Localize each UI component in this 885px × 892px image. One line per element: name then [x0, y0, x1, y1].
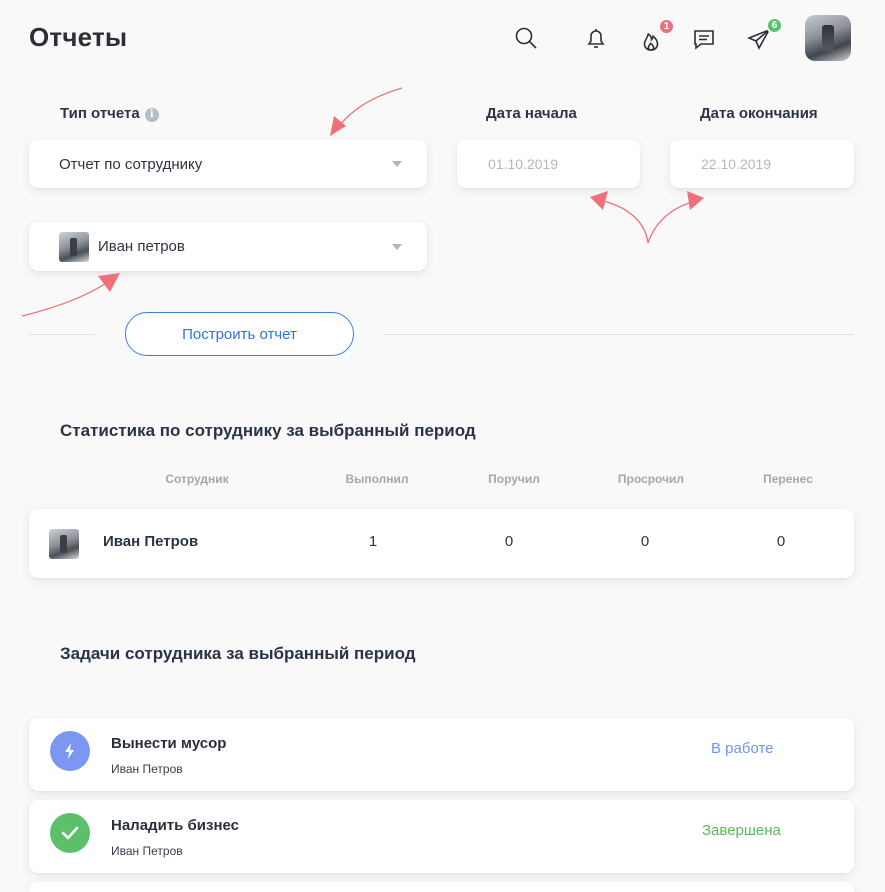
stats-overdue: 0	[640, 533, 650, 550]
arrowhead	[98, 273, 120, 292]
stats-title: Статистика по сотруднику за выбранный пе…	[60, 421, 476, 440]
annotation-arrow-report-type	[337, 87, 403, 129]
col-assigned: Поручил	[488, 472, 540, 486]
task-title: Вынести мусор	[111, 735, 227, 752]
task-card[interactable]: Вынести мусор Иван Петров В работе	[29, 718, 854, 791]
col-completed: Выполнил	[345, 472, 409, 486]
task-title: Наладить бизнес	[111, 817, 240, 834]
build-report-button[interactable]: Построить отчет	[125, 312, 354, 356]
arrowhead	[590, 191, 608, 210]
task-assignee: Иван Петров	[111, 844, 183, 858]
col-employee: Сотрудник	[165, 472, 229, 486]
stats-employee-avatar	[49, 529, 79, 559]
col-overdue: Просрочил	[617, 472, 685, 486]
check-icon	[50, 813, 90, 853]
task-assignee: Иван Петров	[111, 762, 183, 776]
task-status: В работе	[711, 740, 774, 757]
annotation-arrow-employee	[21, 281, 109, 317]
stats-postponed: 0	[776, 533, 786, 550]
stats-assigned: 0	[504, 533, 514, 550]
divider-right	[384, 334, 854, 335]
tasks-title: Задачи сотрудника за выбранный период	[60, 644, 416, 663]
annotation-arrow-start-date	[597, 199, 649, 244]
divider-left	[29, 334, 95, 335]
arrowhead	[687, 191, 704, 210]
lightning-icon	[50, 731, 90, 771]
col-postponed: Перенес	[763, 472, 813, 486]
task-card[interactable]: Наладить бизнес Иван Петров Завершена	[29, 800, 854, 873]
task-card-partial[interactable]	[29, 882, 854, 892]
stats-employee-name: Иван Петров	[103, 533, 199, 550]
task-status: Завершена	[702, 822, 781, 839]
arrowhead	[330, 116, 346, 136]
stats-completed: 1	[368, 533, 378, 550]
annotation-arrow-end-date	[647, 200, 697, 244]
